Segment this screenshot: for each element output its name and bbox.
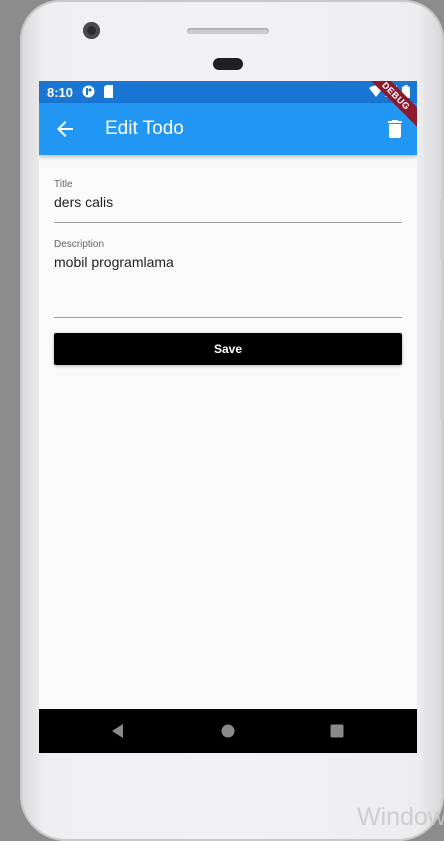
power-button [440, 198, 444, 260]
title-label: Title [54, 179, 73, 190]
trash-icon[interactable] [383, 117, 407, 141]
sd-card-icon [104, 85, 113, 98]
page-title: Edit Todo [105, 118, 184, 139]
front-camera [83, 22, 100, 39]
system-nav-bar [39, 709, 417, 753]
volume-button [440, 320, 444, 420]
description-underline [54, 317, 402, 318]
description-input[interactable] [54, 254, 402, 270]
save-button[interactable]: Save [54, 333, 402, 365]
description-field[interactable]: Description [54, 239, 402, 319]
title-underline [54, 222, 402, 223]
app-notification-icon [82, 85, 95, 98]
title-input[interactable] [54, 194, 402, 210]
description-label: Description [54, 239, 105, 250]
status-time: 8:10 [47, 85, 74, 100]
windows-watermark: Window [357, 803, 444, 831]
nav-home-icon[interactable] [219, 722, 237, 740]
proximity-sensor [213, 58, 243, 70]
earpiece-speaker [187, 28, 269, 34]
back-arrow-icon[interactable] [53, 117, 77, 141]
app-bar: Edit Todo [39, 103, 417, 155]
nav-recents-icon[interactable] [328, 722, 346, 740]
nav-back-icon[interactable] [109, 722, 127, 740]
title-field[interactable]: Title [54, 179, 402, 223]
device-screen: 8:10 Edit Todo DEBUG Title Descript [39, 81, 417, 753]
status-bar: 8:10 [39, 81, 417, 103]
